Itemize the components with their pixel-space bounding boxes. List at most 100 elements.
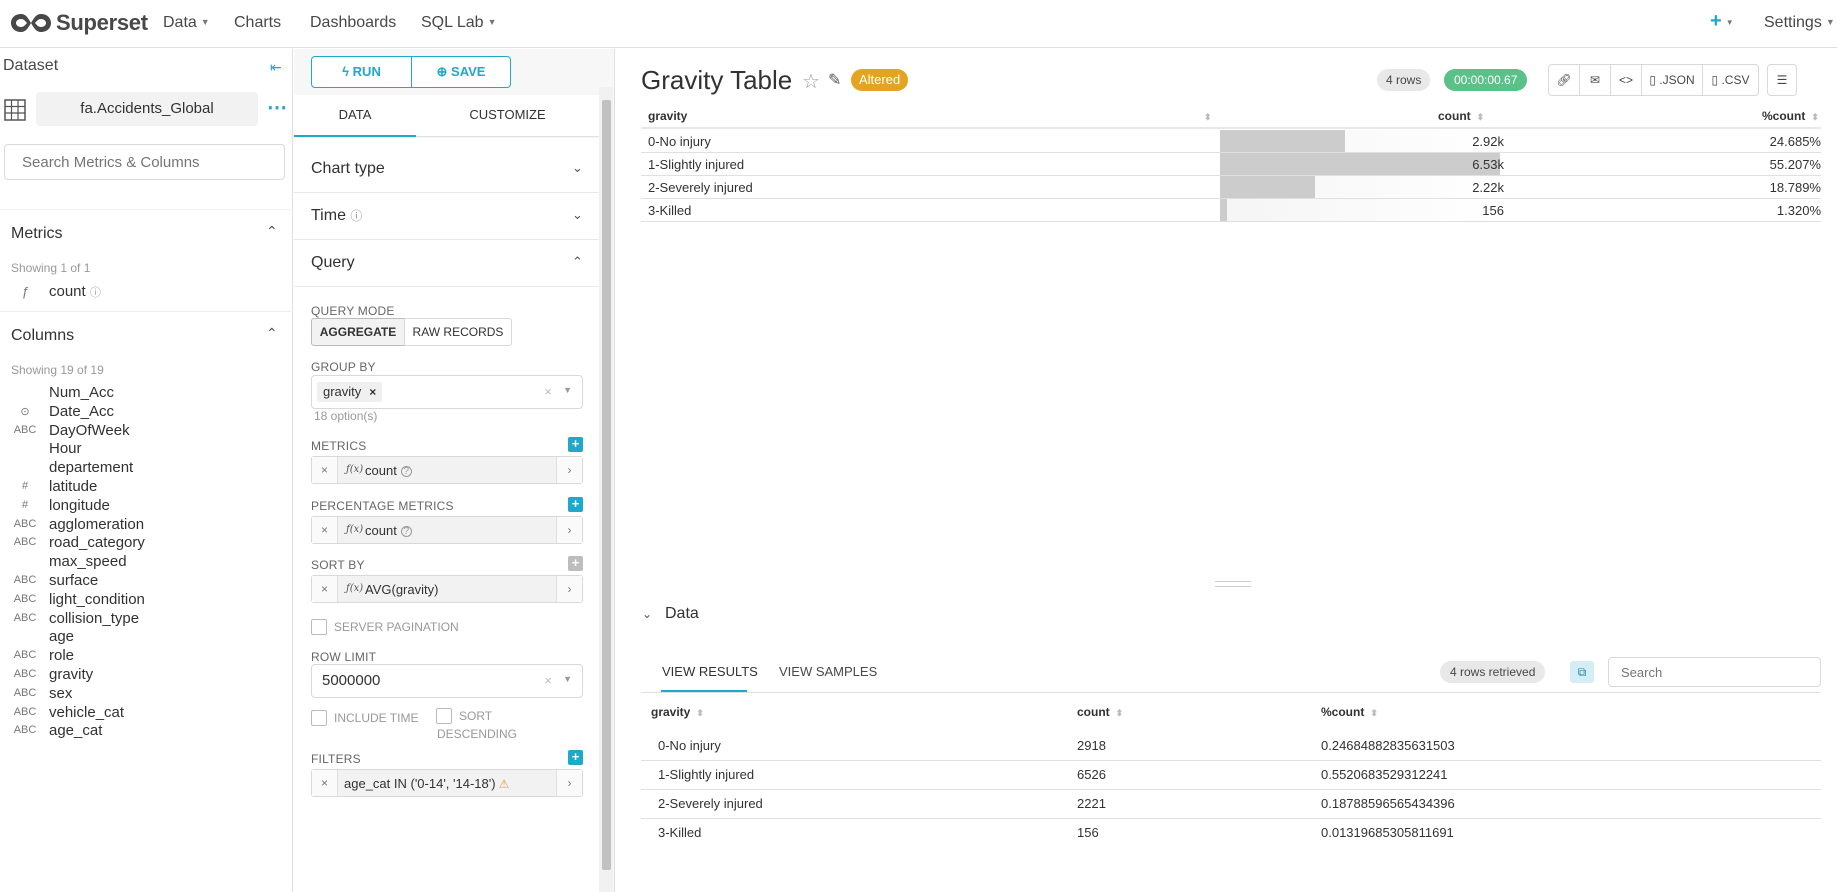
column-type-icon: ABC <box>13 574 37 586</box>
tab-customize[interactable]: CUSTOMIZE <box>416 95 599 137</box>
clear-icon[interactable]: × <box>544 673 552 688</box>
superset-logo[interactable]: Superset <box>10 8 148 38</box>
group-by-tag[interactable]: gravity × <box>317 382 383 402</box>
column-type-icon: ABC <box>13 649 37 662</box>
remove-metric-icon[interactable]: × <box>312 457 338 483</box>
filter-pill-text: age_cat IN ('0-14', '14-18') <box>344 776 496 791</box>
add-sort-by-button[interactable]: + <box>568 556 583 571</box>
edit-icon[interactable]: ✎ <box>828 70 841 90</box>
column-name: longitude <box>49 496 110 514</box>
remove-sort-icon[interactable]: × <box>312 576 338 602</box>
data-header-gravity[interactable]: gravity ⬍ <box>651 705 704 719</box>
column-item[interactable]: ABC age_cat <box>0 720 290 742</box>
column-type-icon: ABC <box>13 592 37 605</box>
save-button[interactable]: ⊕ SAVE <box>411 56 511 88</box>
nav-charts[interactable]: Charts <box>234 14 281 32</box>
collapse-panel-icon[interactable]: ⇤ <box>270 59 282 76</box>
add-percentage-metric-button[interactable]: + <box>568 497 583 512</box>
data-cell-count: 2918 <box>1077 738 1106 753</box>
add-filter-button[interactable]: + <box>568 750 583 765</box>
link-icon[interactable]: 🔗︎ <box>1548 64 1580 96</box>
altered-badge[interactable]: Altered <box>851 69 909 91</box>
chevron-right-icon[interactable]: › <box>556 576 582 602</box>
dataset-name[interactable]: fa.Accidents_Global <box>36 92 258 126</box>
star-icon[interactable]: ☆ <box>802 69 820 94</box>
chevron-right-icon[interactable]: › <box>556 457 582 483</box>
run-button[interactable]: ϟ RUN <box>311 56 412 88</box>
resize-handle[interactable] <box>1215 581 1251 587</box>
data-header-gravity-label: gravity <box>651 705 691 719</box>
table-header-pct-count[interactable]: %count ⬍ <box>1762 109 1819 123</box>
columns-section-header[interactable]: Columns ⌃ <box>0 311 293 359</box>
row-limit-select[interactable]: 5000000 × ▼ <box>311 664 583 698</box>
search-metrics-columns-input[interactable] <box>4 144 285 180</box>
percentage-metric-pill-label: count? <box>365 523 412 538</box>
remove-metric-icon[interactable]: × <box>312 517 338 543</box>
tab-view-samples[interactable]: VIEW SAMPLES <box>779 664 877 679</box>
metric-pill[interactable]: × ƒ(x) count? › <box>311 456 583 484</box>
include-time-checkbox[interactable] <box>311 710 327 726</box>
table-header-count[interactable]: count ⬍ <box>1438 109 1484 123</box>
column-name: light_condition <box>49 590 145 608</box>
embed-code-icon[interactable]: <> <box>1610 64 1642 96</box>
data-cell-pct-count: 0.5520683529312241 <box>1321 767 1448 782</box>
percentage-metric-pill[interactable]: × ƒ(x) count? › <box>311 516 583 544</box>
nav-settings[interactable]: Settings ▼ <box>1764 14 1835 32</box>
server-pagination-checkbox[interactable] <box>311 619 327 635</box>
tab-data[interactable]: DATA <box>294 95 416 137</box>
data-row-divider <box>641 760 1821 761</box>
query-mode-aggregate[interactable]: AGGREGATE <box>311 318 405 346</box>
chart-type-section[interactable]: Chart type ⌄ <box>294 146 599 193</box>
nav-data[interactable]: Data ▼ <box>163 14 210 32</box>
export-json-button[interactable]: ▯ .JSON <box>1641 64 1703 96</box>
top-navbar: Superset Data ▼ Charts Dashboards SQL Lab… <box>0 0 1837 48</box>
add-metric-button[interactable]: + <box>568 437 583 452</box>
data-cell-count: 6526 <box>1077 767 1106 782</box>
export-csv-button[interactable]: ▯ .CSV <box>1702 64 1759 96</box>
table-header-gravity[interactable]: gravity <box>648 109 687 123</box>
column-type-icon: # <box>21 480 29 492</box>
percentage-metric-pill-text: count <box>365 523 397 538</box>
scrollbar-thumb[interactable] <box>602 100 611 870</box>
column-name: road_category <box>49 534 145 552</box>
data-search-input[interactable] <box>1608 657 1821 687</box>
filter-pill[interactable]: × age_cat IN ('0-14', '14-18') ⚠ › <box>311 769 583 797</box>
menu-icon[interactable]: ☰ <box>1767 64 1797 96</box>
remove-filter-icon[interactable]: × <box>312 770 338 796</box>
remove-tag-icon[interactable]: × <box>369 385 376 399</box>
metric-item[interactable]: ƒ count ⓘ <box>0 281 290 303</box>
copy-icon[interactable]: ⧉ <box>1570 661 1594 683</box>
tab-view-results[interactable]: VIEW RESULTS <box>662 664 758 679</box>
query-section[interactable]: Query ⌃ <box>294 240 599 287</box>
nav-dashboards-label: Dashboards <box>310 14 397 31</box>
data-cell-gravity: 3-Killed <box>658 825 702 840</box>
chevron-down-icon[interactable]: ⌄ <box>642 607 652 621</box>
save-button-label: SAVE <box>451 64 486 79</box>
nav-sql-lab[interactable]: SQL Lab ▼ <box>421 14 496 32</box>
time-section[interactable]: Time ⓘ ⌄ <box>294 193 599 240</box>
metrics-section-header[interactable]: Metrics ⌃ <box>0 209 293 257</box>
column-name: Hour <box>49 440 82 458</box>
filter-pill-label: age_cat IN ('0-14', '14-18') ⚠ <box>344 776 509 791</box>
data-header-count[interactable]: count ⬍ <box>1077 705 1123 719</box>
query-mode-label: QUERY MODE <box>311 304 395 318</box>
query-mode-raw-records[interactable]: RAW RECORDS <box>404 318 512 346</box>
new-item-button[interactable]: + ▼ <box>1710 10 1734 33</box>
email-icon[interactable]: ✉ <box>1579 64 1611 96</box>
chevron-right-icon[interactable]: › <box>556 770 582 796</box>
chart-title[interactable]: Gravity Table <box>641 65 792 96</box>
group-by-select[interactable]: gravity × × ▼ <box>311 375 583 409</box>
more-options-icon[interactable]: ⋯ <box>267 95 288 120</box>
nav-dashboards[interactable]: Dashboards <box>310 14 396 32</box>
sort-descending-checkbox[interactable] <box>436 708 452 724</box>
sort-by-pill[interactable]: × ƒ(x) AVG(gravity) › <box>311 575 583 603</box>
data-pane-title[interactable]: Data <box>665 605 699 623</box>
chevron-down-icon: ▼ <box>1725 18 1734 27</box>
column-name: sex <box>49 684 73 702</box>
info-icon: ? <box>400 466 412 477</box>
chevron-right-icon[interactable]: › <box>556 517 582 543</box>
sort-icon[interactable]: ⬍ <box>1204 109 1212 123</box>
data-header-pct-count[interactable]: %count ⬍ <box>1321 705 1378 719</box>
clear-icon[interactable]: × <box>544 384 552 399</box>
column-name: departement <box>49 459 134 477</box>
